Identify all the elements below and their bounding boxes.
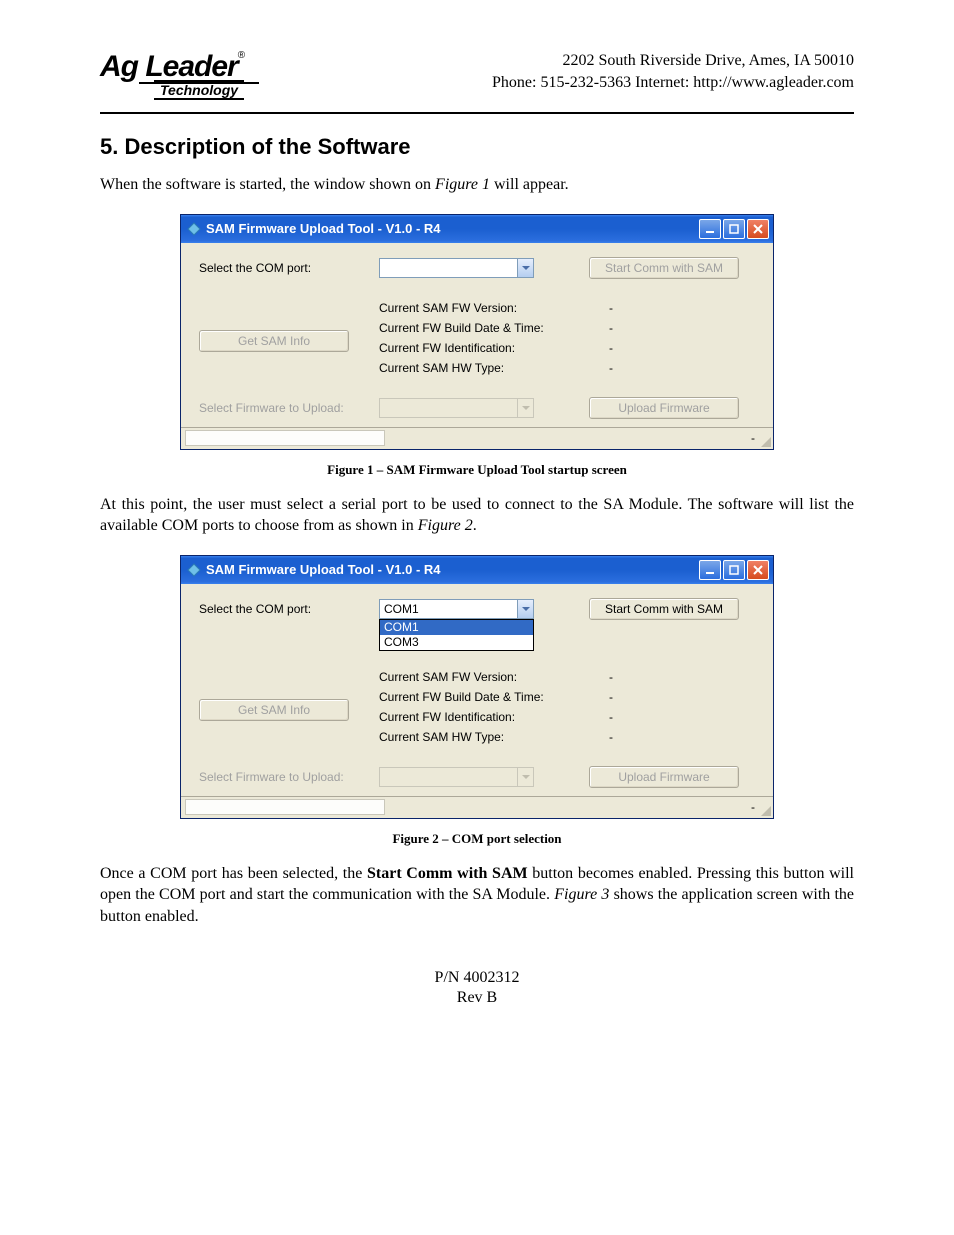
statusbar: - — [181, 796, 773, 818]
figure-2-caption: Figure 2 – COM port selection — [392, 831, 561, 847]
fw-version-value: - — [569, 301, 755, 315]
registered-icon: ® — [238, 50, 245, 61]
statusbar: - — [181, 427, 773, 449]
com-port-combobox[interactable]: COM1 COM1 COM3 — [379, 599, 534, 619]
com-port-value: COM1 — [380, 602, 517, 616]
maximize-button[interactable] — [723, 219, 745, 239]
start-comm-button[interactable]: Start Comm with SAM — [589, 257, 739, 279]
titlebar[interactable]: SAM Firmware Upload Tool - V1.0 - R4 — [181, 215, 773, 243]
com-option-1[interactable]: COM1 — [380, 620, 533, 635]
com-port-dropdown: COM1 COM3 — [379, 619, 534, 651]
chevron-down-icon[interactable] — [517, 600, 533, 618]
chevron-down-icon[interactable] — [517, 768, 533, 786]
window-title: SAM Firmware Upload Tool - V1.0 - R4 — [206, 221, 441, 236]
fw-version-label: Current SAM FW Version: — [379, 301, 569, 315]
fw-id-value: - — [569, 710, 755, 724]
paragraph-2: At this point, the user must select a se… — [100, 494, 854, 537]
start-comm-button[interactable]: Start Comm with SAM — [589, 598, 739, 620]
footer-pn: P/N 4002312 — [100, 968, 854, 989]
paragraph-3: Once a COM port has been selected, the S… — [100, 863, 854, 928]
app-window: SAM Firmware Upload Tool - V1.0 - R4 Sel… — [180, 214, 774, 450]
window-title: SAM Firmware Upload Tool - V1.0 - R4 — [206, 562, 441, 577]
fw-id-label: Current FW Identification: — [379, 341, 569, 355]
build-date-value: - — [569, 690, 755, 704]
build-date-label: Current FW Build Date & Time: — [379, 690, 569, 704]
minimize-button[interactable] — [699, 219, 721, 239]
chevron-down-icon[interactable] — [517, 399, 533, 417]
status-pane — [185, 430, 385, 446]
firmware-combobox[interactable] — [379, 767, 534, 787]
figure-2: SAM Firmware Upload Tool - V1.0 - R4 Sel… — [100, 555, 854, 853]
logo-sub-text: Technology — [154, 80, 244, 100]
get-sam-info-button[interactable]: Get SAM Info — [199, 699, 349, 721]
header-phone: Phone: 515-232-5363 Internet: http://www… — [492, 72, 854, 94]
logo-main-text: Ag Leader — [100, 50, 238, 84]
app-icon — [187, 222, 201, 236]
status-pane — [185, 799, 385, 815]
section-title: 5. Description of the Software — [100, 134, 854, 160]
page-footer: P/N 4002312 Rev B — [100, 968, 854, 1010]
firmware-combobox[interactable] — [379, 398, 534, 418]
build-date-value: - — [569, 321, 755, 335]
logo: Ag Leader® Technology — [100, 50, 245, 104]
resize-grip-icon[interactable] — [759, 804, 771, 816]
com-port-combobox[interactable] — [379, 258, 534, 278]
page-header: Ag Leader® Technology 2202 South Riversi… — [100, 50, 854, 114]
hw-type-value: - — [569, 361, 755, 375]
fw-id-value: - — [569, 341, 755, 355]
select-com-label: Select the COM port: — [199, 261, 379, 275]
select-com-label: Select the COM port: — [199, 602, 379, 616]
figure-1-caption: Figure 1 – SAM Firmware Upload Tool star… — [327, 462, 627, 478]
fw-id-label: Current FW Identification: — [379, 710, 569, 724]
get-sam-info-button[interactable]: Get SAM Info — [199, 330, 349, 352]
app-icon — [187, 563, 201, 577]
close-button[interactable] — [747, 219, 769, 239]
com-option-2[interactable]: COM3 — [380, 635, 533, 650]
minimize-button[interactable] — [699, 560, 721, 580]
close-button[interactable] — [747, 560, 769, 580]
upload-firmware-button[interactable]: Upload Firmware — [589, 766, 739, 788]
titlebar[interactable]: SAM Firmware Upload Tool - V1.0 - R4 — [181, 556, 773, 584]
build-date-label: Current FW Build Date & Time: — [379, 321, 569, 335]
footer-rev: Rev B — [100, 988, 854, 1009]
select-firmware-label: Select Firmware to Upload: — [199, 770, 379, 784]
chevron-down-icon[interactable] — [517, 259, 533, 277]
fw-version-value: - — [569, 670, 755, 684]
fw-version-label: Current SAM FW Version: — [379, 670, 569, 684]
hw-type-label: Current SAM HW Type: — [379, 730, 569, 744]
resize-grip-icon[interactable] — [759, 435, 771, 447]
header-contact: 2202 South Riverside Drive, Ames, IA 500… — [492, 50, 854, 95]
maximize-button[interactable] — [723, 560, 745, 580]
header-address: 2202 South Riverside Drive, Ames, IA 500… — [492, 50, 854, 72]
app-window: SAM Firmware Upload Tool - V1.0 - R4 Sel… — [180, 555, 774, 819]
figure-1: SAM Firmware Upload Tool - V1.0 - R4 Sel… — [100, 214, 854, 484]
paragraph-1: When the software is started, the window… — [100, 174, 854, 196]
select-firmware-label: Select Firmware to Upload: — [199, 401, 379, 415]
upload-firmware-button[interactable]: Upload Firmware — [589, 397, 739, 419]
hw-type-label: Current SAM HW Type: — [379, 361, 569, 375]
hw-type-value: - — [569, 730, 755, 744]
